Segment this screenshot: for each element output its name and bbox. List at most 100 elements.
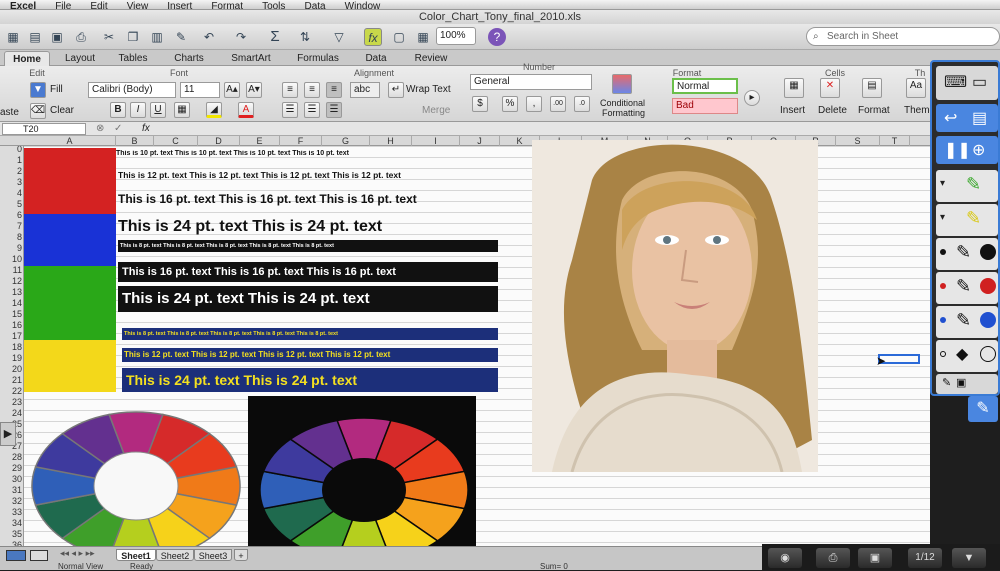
row-header[interactable]: 21 xyxy=(0,375,22,385)
comma-icon[interactable]: , xyxy=(526,96,542,112)
column-header-i[interactable]: I xyxy=(412,136,460,146)
column-header-j[interactable]: J xyxy=(460,136,500,146)
add-sheet-button[interactable]: + xyxy=(234,549,248,561)
font-name-select[interactable]: Calibri (Body) xyxy=(88,82,176,98)
tab-smartart[interactable]: SmartArt xyxy=(222,51,280,66)
column-header-c[interactable]: C xyxy=(154,136,198,146)
row-header[interactable]: 0 xyxy=(0,146,22,154)
page-counter[interactable]: 1/12 xyxy=(908,548,942,568)
align-left-icon[interactable]: ☰ xyxy=(282,102,298,118)
eraser-icon[interactable]: ⌫ xyxy=(30,103,46,119)
pen-icon[interactable]: ✎ xyxy=(942,376,951,389)
row-header[interactable]: 4 xyxy=(0,188,22,198)
pen-blue-row[interactable]: ✎ xyxy=(936,306,998,338)
templates-icon[interactable]: ▤ xyxy=(26,28,44,46)
insert-cells-icon[interactable]: ▦ xyxy=(784,78,804,98)
menu-app[interactable]: Excel xyxy=(10,2,36,10)
sheet-nav-arrows-icon[interactable]: ◂◂ ◂ ▸ ▸▸ xyxy=(60,548,95,559)
copy-icon[interactable]: ❐ xyxy=(124,28,142,46)
highlighter-green-row[interactable]: ▾ ✎ xyxy=(936,170,998,202)
align-top-icon[interactable]: ≡ xyxy=(282,82,298,98)
help-icon[interactable]: ? xyxy=(488,28,506,46)
format-cells-icon[interactable]: ▤ xyxy=(862,78,882,98)
italic-icon[interactable]: I xyxy=(130,102,146,118)
clear-slide-icon[interactable]: ▣ xyxy=(956,376,966,389)
sort-icon[interactable]: ⇅ xyxy=(296,28,314,46)
tab-tables[interactable]: Tables xyxy=(110,51,156,66)
row-header[interactable]: 31 xyxy=(0,485,22,495)
tab-charts[interactable]: Charts xyxy=(164,51,214,66)
green-swatch[interactable] xyxy=(8,266,116,340)
eraser-row[interactable]: ◆ xyxy=(936,340,998,372)
black-24pt-band[interactable]: This is 24 pt. text This is 24 pt. text xyxy=(118,286,498,312)
row-header[interactable]: 3 xyxy=(0,177,22,187)
tab-sheet2[interactable]: Sheet2 xyxy=(156,549,194,561)
row-header[interactable]: 28 xyxy=(0,452,22,462)
tab-data[interactable]: Data xyxy=(354,51,398,66)
print-icon[interactable]: ⎙ xyxy=(72,28,90,46)
autosum-icon[interactable]: Σ xyxy=(266,28,284,46)
row-header[interactable]: 10 xyxy=(0,254,22,264)
font-size-select[interactable]: 11 xyxy=(180,82,220,98)
tab-review[interactable]: Review xyxy=(406,51,456,66)
tab-formulas[interactable]: Formulas xyxy=(288,51,348,66)
row-header[interactable]: 32 xyxy=(0,496,22,506)
shrink-font-icon[interactable]: A▾ xyxy=(246,82,262,98)
underline-icon[interactable]: U xyxy=(150,102,166,118)
navy-24pt-band[interactable]: This is 24 pt. text This is 24 pt. text xyxy=(122,368,498,392)
merge-button[interactable]: Merge xyxy=(422,104,450,118)
text-24pt-row[interactable]: This is 24 pt. text This is 24 pt. text xyxy=(118,218,382,236)
page-layout-icon[interactable] xyxy=(30,550,48,561)
decrease-decimal-icon[interactable]: .0 xyxy=(574,96,590,112)
increase-decimal-icon[interactable]: .00 xyxy=(550,96,566,112)
menu-format[interactable]: Format xyxy=(211,2,243,10)
black-16pt-band[interactable]: This is 16 pt. text This is 16 pt. text … xyxy=(118,262,498,282)
tab-layout[interactable]: Layout xyxy=(58,51,102,66)
style-normal[interactable]: Normal xyxy=(672,78,738,94)
media-icon[interactable]: ▢ xyxy=(390,28,408,46)
pause-icon[interactable]: ❚❚ xyxy=(944,140,971,160)
pages-icon[interactable]: ▤ xyxy=(972,108,987,128)
row-header[interactable]: 9 xyxy=(0,243,22,253)
align-bottom-icon[interactable]: ≡ xyxy=(326,82,342,98)
align-center-icon[interactable]: ☰ xyxy=(304,102,320,118)
row-header[interactable]: 7 xyxy=(0,221,22,231)
themes-icon[interactable]: Aa xyxy=(906,78,926,98)
row-header[interactable]: 23 xyxy=(0,397,22,407)
menu-file[interactable]: File xyxy=(55,2,71,10)
align-middle-icon[interactable]: ≡ xyxy=(304,82,320,98)
column-header-e[interactable]: E xyxy=(240,136,280,146)
text-10pt-row[interactable]: This is 10 pt. text This is 10 pt. text … xyxy=(116,150,349,157)
wrap-text-button[interactable]: Wrap Text xyxy=(406,83,451,97)
print-dock-icon[interactable]: ⎙ xyxy=(816,548,850,568)
menu-data[interactable]: Data xyxy=(304,2,325,10)
row-header[interactable]: 22 xyxy=(0,386,22,396)
row-header[interactable]: 35 xyxy=(0,529,22,539)
redo-icon[interactable]: ↷ xyxy=(232,28,250,46)
row-header[interactable]: 6 xyxy=(0,210,22,220)
confirm-icon[interactable]: ✓ xyxy=(114,123,122,134)
red-swatch[interactable] xyxy=(8,148,116,214)
row-header[interactable]: 18 xyxy=(0,342,22,352)
column-header-d[interactable]: D xyxy=(198,136,240,146)
column-header-t[interactable]: T xyxy=(880,136,910,146)
align-right-icon[interactable]: ☰ xyxy=(326,102,342,118)
cancel-icon[interactable]: ⊗ xyxy=(96,123,104,134)
undo-icon[interactable]: ↶ xyxy=(200,28,218,46)
row-header[interactable]: 12 xyxy=(0,276,22,286)
keyboard-icon[interactable]: ⌨ xyxy=(944,72,967,92)
number-format-select[interactable]: General xyxy=(470,74,592,90)
row-header[interactable]: 30 xyxy=(0,474,22,484)
column-header-f[interactable]: F xyxy=(280,136,322,146)
row-header[interactable]: 20 xyxy=(0,364,22,374)
zoom-icon[interactable]: ⊕ xyxy=(972,140,985,160)
new-icon[interactable]: ▦ xyxy=(4,28,22,46)
blue-swatch[interactable] xyxy=(8,214,116,266)
row-header[interactable]: 11 xyxy=(0,265,22,275)
row-header[interactable]: 2 xyxy=(0,166,22,176)
portrait-photo[interactable] xyxy=(532,140,818,472)
row-header[interactable]: 16 xyxy=(0,320,22,330)
column-header-g[interactable]: G xyxy=(322,136,370,146)
row-header[interactable]: 1 xyxy=(0,155,22,165)
row-header[interactable]: 17 xyxy=(0,331,22,341)
